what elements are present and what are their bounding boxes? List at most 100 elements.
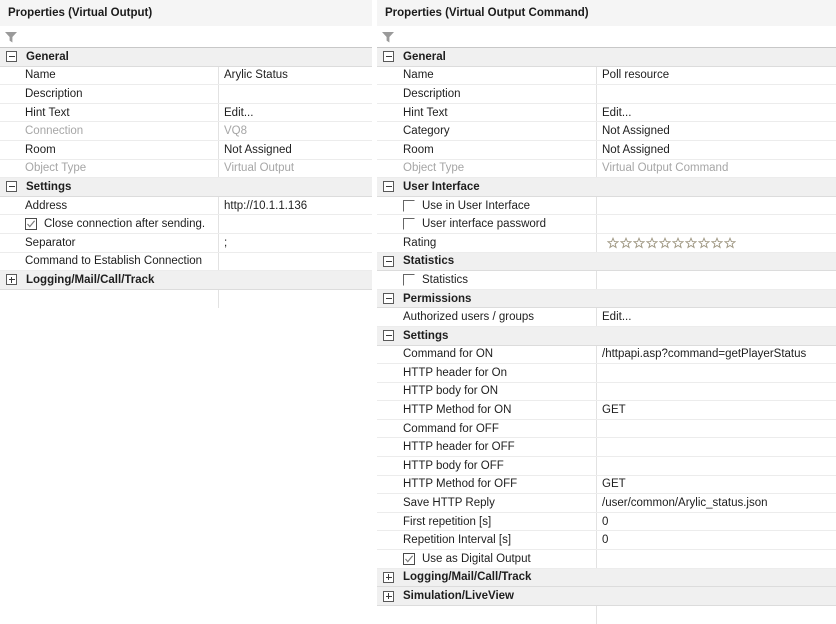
property-row[interactable]: HTTP body for ON [377, 382, 836, 402]
section-header-permissions[interactable]: Permissions [377, 289, 836, 309]
rating-star-icon[interactable] [633, 236, 645, 249]
rating-star-icon[interactable] [685, 236, 697, 249]
property-row[interactable]: Hint Text Edit... [0, 103, 372, 123]
property-row[interactable]: Separator; [0, 233, 372, 253]
funnel-filter-icon[interactable] [381, 30, 395, 44]
property-value-cell[interactable] [597, 271, 836, 289]
property-row[interactable]: Object Type Virtual Output Command [377, 159, 836, 179]
property-row[interactable]: Use in User Interface [377, 196, 836, 216]
property-row[interactable]: Close connection after sending. [0, 215, 372, 234]
property-row[interactable]: Name Arylic Status [0, 66, 372, 86]
property-value-cell[interactable]: Not Assigned [597, 141, 836, 159]
section-header-general[interactable]: General [377, 48, 836, 67]
collapse-icon[interactable] [383, 51, 394, 63]
collapse-icon[interactable] [383, 293, 394, 305]
property-row[interactable]: User interface password [377, 215, 836, 234]
property-value-cell[interactable] [597, 215, 836, 233]
property-value-cell[interactable]: Virtual Output [219, 160, 372, 178]
property-value-cell[interactable] [597, 364, 836, 382]
checkbox-unchecked[interactable] [403, 199, 415, 212]
property-value-cell[interactable] [597, 438, 836, 456]
rating-star-icon[interactable] [711, 236, 723, 249]
checkbox-unchecked[interactable] [403, 273, 415, 286]
property-row[interactable]: HTTP body for OFF [377, 457, 836, 476]
property-value-cell[interactable]: Edit... [597, 104, 836, 122]
property-value-cell[interactable] [597, 234, 836, 252]
property-value-cell[interactable]: ; [219, 234, 372, 252]
section-header-settings[interactable]: Settings [0, 178, 372, 197]
rating-stars[interactable] [602, 236, 736, 249]
rating-star-icon[interactable] [672, 236, 684, 249]
expand-icon[interactable] [6, 274, 17, 286]
funnel-filter-icon[interactable] [4, 30, 18, 44]
property-row[interactable]: Category Not Assigned [377, 122, 836, 141]
property-value-cell[interactable] [597, 550, 836, 568]
section-header-simulation[interactable]: Simulation/LiveView [377, 587, 836, 606]
section-header-settings[interactable]: Settings [377, 326, 836, 346]
property-value-cell[interactable] [597, 197, 836, 215]
section-header-statistics[interactable]: Statistics [377, 252, 836, 272]
filter-bar-left[interactable] [0, 26, 372, 48]
property-row[interactable]: Room Not Assigned [0, 140, 372, 160]
property-row[interactable]: Statistics [377, 271, 836, 290]
property-value-cell[interactable] [597, 383, 836, 401]
property-value-cell[interactable]: Not Assigned [219, 141, 372, 159]
section-header-logging[interactable]: Logging/Mail/Call/Track [0, 271, 372, 290]
property-value-cell[interactable] [597, 457, 836, 475]
property-value-cell[interactable]: 0 [597, 513, 836, 531]
property-row[interactable]: Description [377, 85, 836, 104]
expand-icon[interactable] [383, 571, 394, 583]
collapse-icon[interactable] [6, 51, 17, 63]
property-value-cell[interactable]: Arylic Status [219, 67, 372, 85]
property-value-cell[interactable]: Poll resource [597, 67, 836, 85]
property-row[interactable]: Rating [377, 233, 836, 253]
property-value-cell[interactable]: Virtual Output Command [597, 160, 836, 178]
filter-bar-right[interactable] [377, 26, 836, 48]
property-row[interactable]: Repetition Interval [s] 0 [377, 531, 836, 551]
property-value-cell[interactable] [219, 253, 372, 271]
property-value-cell[interactable] [219, 215, 372, 233]
property-row[interactable]: Name Poll resource [377, 66, 836, 86]
property-row[interactable]: Command for OFF [377, 419, 836, 439]
property-row[interactable]: Command for ON/httpapi.asp?command=getPl… [377, 345, 836, 365]
checkbox-checked[interactable] [25, 218, 37, 231]
property-row[interactable]: Authorized users / groups Edit... [377, 308, 836, 327]
property-row[interactable]: HTTP header for On [377, 364, 836, 383]
property-value-cell[interactable]: /user/common/Arylic_status.json [597, 494, 836, 512]
property-value-cell[interactable]: GET [597, 401, 836, 419]
property-row[interactable]: HTTP header for OFF [377, 438, 836, 458]
collapse-icon[interactable] [383, 255, 394, 267]
expand-icon[interactable] [383, 590, 394, 602]
property-row[interactable]: Save HTTP Reply/user/common/Arylic_statu… [377, 494, 836, 513]
rating-star-icon[interactable] [620, 236, 632, 249]
checkbox-checked[interactable] [403, 552, 415, 565]
property-row[interactable]: Address http://10.1.1.136 [0, 196, 372, 216]
property-row[interactable]: Hint Text Edit... [377, 103, 836, 123]
property-row[interactable]: Connection VQ8 [0, 122, 372, 141]
section-header-logging[interactable]: Logging/Mail/Call/Track [377, 568, 836, 588]
collapse-icon[interactable] [383, 181, 394, 193]
property-row[interactable]: Description [0, 85, 372, 104]
section-header-user-interface[interactable]: User Interface [377, 178, 836, 197]
property-row[interactable]: Object Type Virtual Output [0, 159, 372, 179]
property-value-cell[interactable]: Not Assigned [597, 122, 836, 140]
rating-star-icon[interactable] [698, 236, 710, 249]
property-row[interactable]: Room Not Assigned [377, 140, 836, 160]
property-value-cell[interactable]: GET [597, 476, 836, 494]
property-row[interactable]: First repetition [s] 0 [377, 512, 836, 532]
property-row[interactable]: Command to Establish Connection [0, 252, 372, 272]
collapse-icon[interactable] [383, 330, 394, 342]
property-value-cell[interactable]: /httpapi.asp?command=getPlayerStatus [597, 346, 836, 364]
property-value-cell[interactable] [597, 420, 836, 438]
property-value-cell[interactable]: http://10.1.1.136 [219, 197, 372, 215]
section-header-general[interactable]: General [0, 48, 372, 67]
property-value-cell[interactable]: Edit... [597, 308, 836, 326]
rating-star-icon[interactable] [646, 236, 658, 249]
property-row[interactable]: Use as Digital Output [377, 550, 836, 569]
collapse-icon[interactable] [6, 181, 17, 193]
property-value-cell[interactable]: 0 [597, 531, 836, 549]
rating-star-icon[interactable] [724, 236, 736, 249]
rating-star-icon[interactable] [607, 236, 619, 249]
property-value-cell[interactable] [219, 85, 372, 103]
property-value-cell[interactable] [597, 85, 836, 103]
